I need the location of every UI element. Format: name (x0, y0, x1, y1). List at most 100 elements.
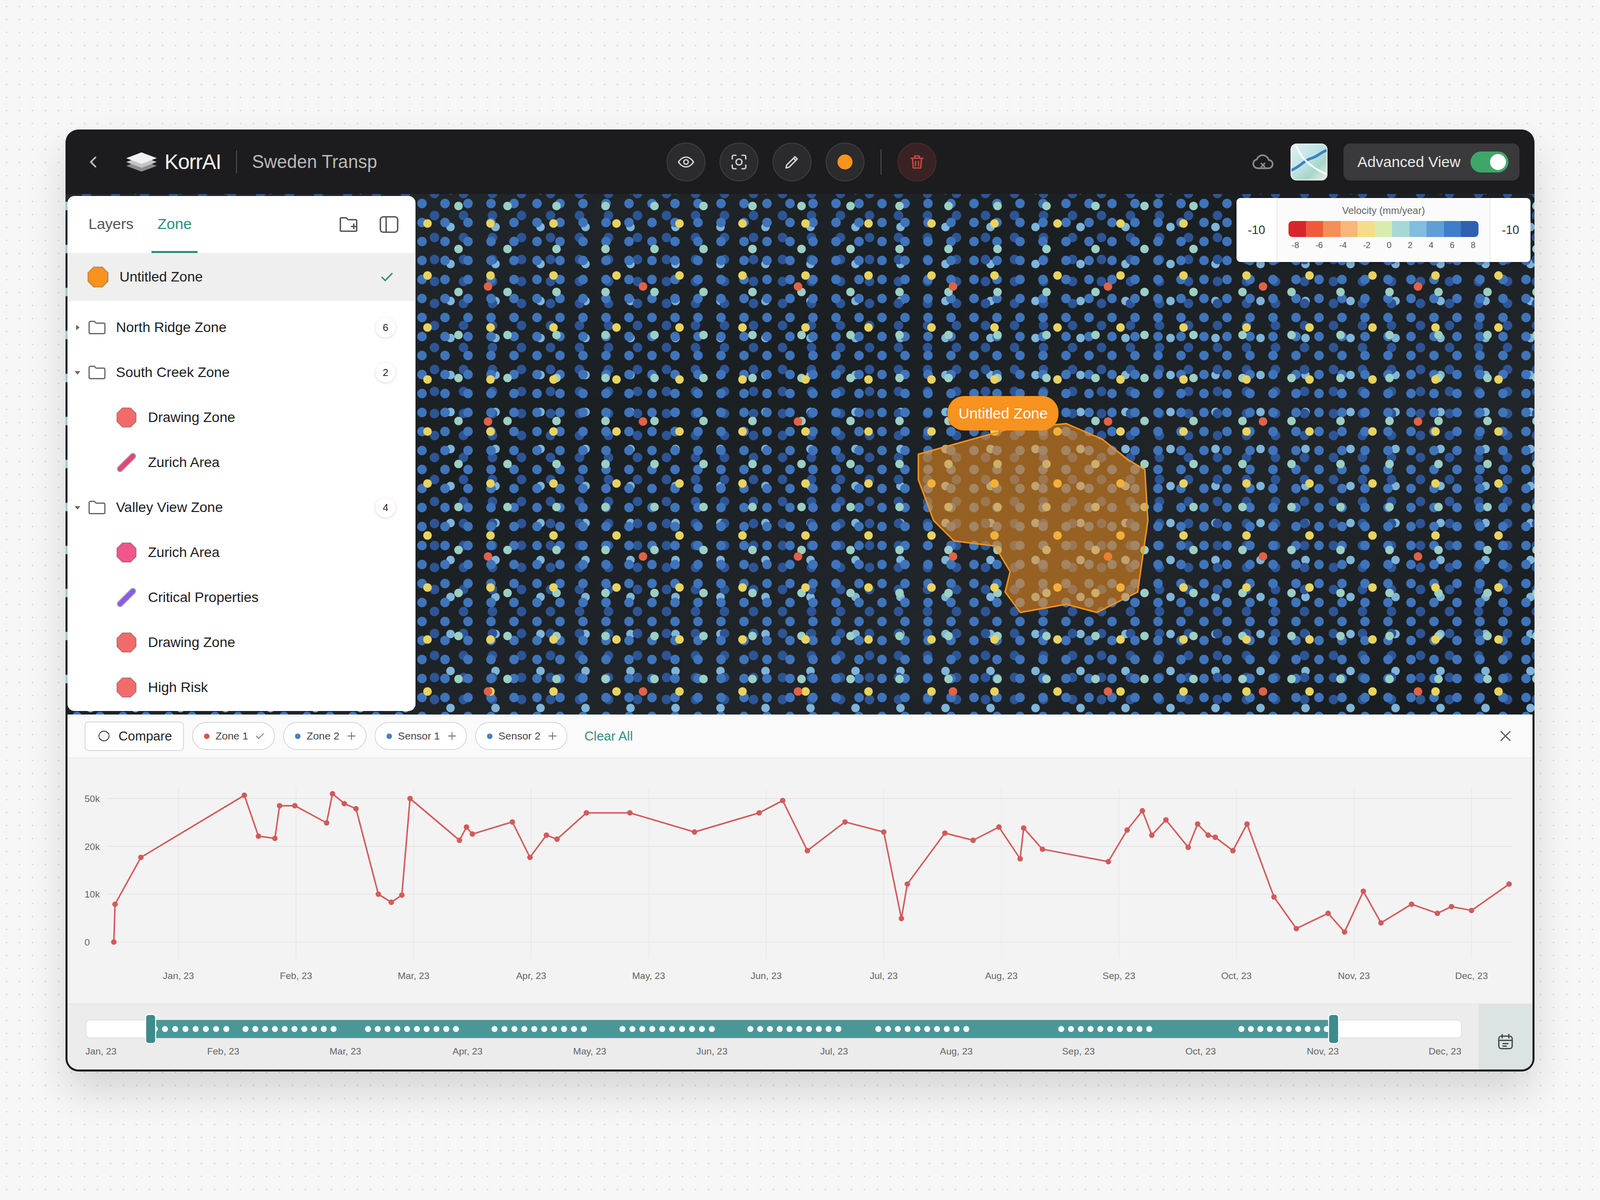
data-point[interactable] (554, 836, 560, 842)
plus-icon[interactable] (446, 730, 458, 742)
data-point[interactable] (1017, 856, 1023, 862)
panel-tab[interactable]: Layers (82, 196, 140, 253)
zone-row[interactable]: High Risk (67, 665, 416, 710)
data-point[interactable] (241, 792, 247, 798)
zone-row[interactable]: Untitled Zone (67, 253, 416, 301)
data-point[interactable] (1449, 904, 1455, 910)
data-point[interactable] (527, 854, 533, 860)
data-point[interactable] (277, 803, 283, 809)
data-point[interactable] (272, 835, 278, 841)
data-point[interactable] (756, 810, 762, 816)
data-point[interactable] (627, 810, 633, 816)
zone-row[interactable]: Drawing Zone (67, 620, 416, 665)
data-point[interactable] (1230, 848, 1236, 854)
data-point[interactable] (138, 854, 144, 860)
data-point[interactable] (324, 820, 330, 826)
data-point[interactable] (469, 831, 475, 837)
data-point[interactable] (1506, 881, 1512, 887)
data-point[interactable] (112, 901, 118, 907)
panel-tab[interactable]: Zone (151, 196, 198, 253)
data-point[interactable] (1409, 901, 1415, 907)
data-point[interactable] (1434, 910, 1440, 916)
zone-row[interactable]: Zurich Area (67, 530, 416, 575)
folder-row[interactable]: South Creek Zone2 (67, 350, 416, 395)
folder-row[interactable]: Valley View Zone4 (67, 485, 416, 530)
data-point[interactable] (255, 833, 261, 839)
advanced-view-toggle[interactable]: Advanced View (1343, 143, 1520, 181)
data-point[interactable] (904, 881, 910, 887)
caret-down-icon[interactable] (72, 367, 83, 378)
data-point[interactable] (1185, 844, 1191, 850)
data-point[interactable] (543, 832, 549, 838)
data-point[interactable] (1149, 832, 1155, 838)
zone-row[interactable]: Zurich Area (67, 440, 416, 485)
basemap-thumbnail[interactable] (1290, 143, 1328, 181)
color-button[interactable] (825, 142, 865, 182)
data-point[interactable] (1205, 832, 1211, 838)
data-point[interactable] (1271, 894, 1277, 900)
folder-row[interactable]: North Ridge Zone6 (67, 305, 416, 350)
capture-button[interactable] (719, 142, 759, 182)
data-point[interactable] (1293, 926, 1299, 932)
data-point[interactable] (1105, 859, 1111, 865)
data-point[interactable] (1195, 821, 1201, 827)
compare-chip[interactable]: Zone 2 (283, 722, 366, 750)
data-point[interactable] (804, 848, 810, 854)
data-point[interactable] (898, 916, 904, 922)
plus-icon[interactable] (546, 730, 559, 742)
back-icon[interactable] (83, 152, 104, 172)
data-point[interactable] (330, 791, 336, 797)
data-point[interactable] (996, 824, 1002, 830)
timeline-track[interactable] (86, 1020, 1462, 1038)
data-point[interactable] (1163, 817, 1169, 823)
data-point[interactable] (942, 830, 948, 836)
compare-chip[interactable]: Sensor 2 (475, 722, 568, 750)
data-point[interactable] (388, 899, 394, 905)
data-point[interactable] (407, 796, 413, 802)
data-point[interactable] (1360, 888, 1366, 894)
data-point[interactable] (1378, 920, 1384, 926)
data-point[interactable] (1139, 808, 1145, 814)
data-point[interactable] (509, 819, 515, 825)
panel-toggle-icon[interactable] (377, 213, 401, 236)
data-point[interactable] (375, 891, 381, 897)
range-handle[interactable] (145, 1014, 156, 1044)
data-point[interactable] (464, 824, 470, 830)
range-handle[interactable] (1328, 1014, 1339, 1044)
data-point[interactable] (1212, 834, 1218, 840)
close-icon[interactable] (1496, 727, 1515, 745)
data-point[interactable] (583, 810, 589, 816)
calendar-button[interactable] (1478, 1004, 1533, 1070)
new-folder-icon[interactable] (337, 213, 361, 236)
timeline-selection[interactable] (150, 1020, 1334, 1038)
data-point[interactable] (970, 837, 976, 843)
data-point[interactable] (399, 892, 405, 898)
toggle-switch[interactable] (1470, 151, 1509, 173)
data-point[interactable] (353, 806, 359, 812)
data-point[interactable] (1124, 827, 1130, 833)
data-point[interactable] (842, 819, 848, 825)
clear-all-link[interactable]: Clear All (584, 726, 633, 746)
data-point[interactable] (1244, 821, 1250, 827)
delete-button[interactable] (897, 142, 937, 182)
caret-right-icon[interactable] (72, 322, 83, 333)
zone-row[interactable]: Critical Properties (67, 575, 416, 620)
data-point[interactable] (292, 803, 298, 809)
draw-button[interactable] (772, 142, 812, 182)
map[interactable]: Untitled Zone LayersZone Untitled ZoneNo… (65, 194, 1535, 715)
check-icon[interactable] (254, 730, 266, 742)
data-point[interactable] (1342, 929, 1348, 935)
data-point[interactable] (1021, 825, 1027, 831)
compare-button[interactable]: Compare (84, 721, 184, 751)
data-point[interactable] (111, 939, 117, 945)
plus-icon[interactable] (345, 730, 358, 742)
data-point[interactable] (1469, 907, 1475, 913)
cloud-icon[interactable] (1250, 149, 1276, 175)
data-point[interactable] (456, 837, 462, 843)
zone-label[interactable]: Untitled Zone (947, 396, 1059, 431)
data-point[interactable] (692, 829, 698, 835)
data-point[interactable] (341, 801, 347, 807)
compare-chip[interactable]: Sensor 1 (374, 722, 467, 750)
caret-down-icon[interactable] (72, 502, 83, 513)
zone-row[interactable]: Drawing Zone (67, 395, 416, 440)
